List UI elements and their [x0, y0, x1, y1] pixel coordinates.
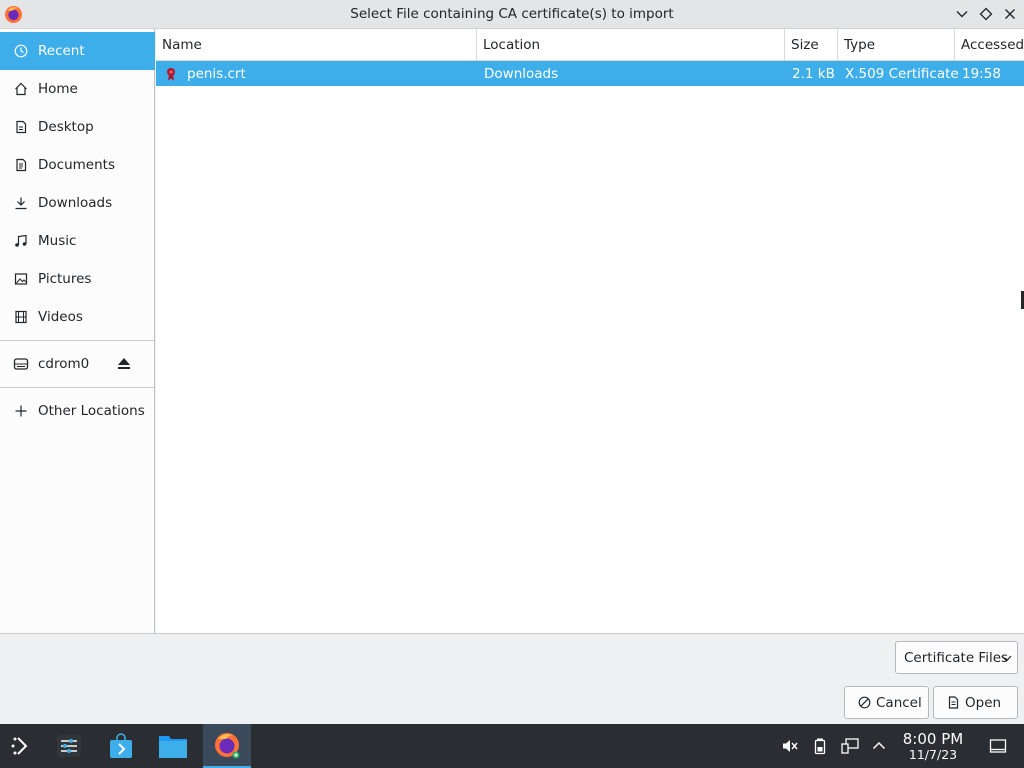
volume-muted-icon[interactable]: [780, 736, 800, 756]
file-type: X.509 Certificate: [845, 65, 959, 82]
sidebar-item-home[interactable]: Home: [0, 70, 155, 108]
sidebar-item-recent[interactable]: Recent: [0, 32, 155, 70]
sidebar-item-label: Music: [38, 233, 77, 249]
column-header-location[interactable]: Location: [477, 29, 785, 61]
expand-tray-icon[interactable]: [869, 736, 889, 756]
sidebar-divider: [0, 340, 155, 341]
sidebar-item-label: Other Locations: [38, 403, 145, 419]
close-button[interactable]: [1001, 5, 1019, 23]
minimize-button[interactable]: [953, 5, 971, 23]
diamond-icon: [979, 7, 993, 21]
system-settings-icon[interactable]: [47, 724, 91, 768]
clock-time: 8:00 PM: [902, 730, 964, 748]
file-location: Downloads: [484, 65, 559, 82]
sidebar-item-label: Desktop: [38, 119, 94, 135]
sidebar-item-label: Recent: [38, 43, 85, 59]
document-open-icon: [947, 696, 960, 709]
cancel-icon: [858, 696, 871, 709]
close-icon: [1005, 9, 1015, 19]
window-title: Select File containing CA certificate(s)…: [350, 6, 674, 22]
sidebar-divider: [0, 387, 155, 388]
column-header-size[interactable]: Size: [785, 29, 838, 61]
eject-icon[interactable]: [116, 356, 132, 372]
clock-date: 11/7/23: [908, 747, 958, 762]
file-manager-icon[interactable]: [151, 724, 195, 768]
sidebar-item-other-locations[interactable]: Other Locations: [0, 392, 155, 430]
chevron-down-icon: [956, 11, 968, 18]
document-icon: [13, 157, 29, 173]
plus-icon: [13, 403, 29, 419]
home-icon: [13, 81, 29, 97]
column-header-accessed[interactable]: Accessed: [955, 29, 1024, 61]
picture-icon: [13, 271, 29, 287]
music-icon: [13, 233, 29, 249]
column-header-type[interactable]: Type: [838, 29, 955, 61]
sidebar-item-label: cdrom0: [38, 356, 90, 372]
sidebar-item-label: Home: [38, 81, 78, 97]
file-size: 2.1 kB: [792, 65, 835, 82]
file-accessed: 19:58: [962, 65, 1001, 82]
title-bar: Select File containing CA certificate(s)…: [0, 0, 1024, 29]
battery-icon[interactable]: [810, 736, 830, 756]
sidebar-item-label: Downloads: [38, 195, 113, 211]
show-desktop-icon[interactable]: [988, 736, 1008, 756]
chevron-down-icon: [1001, 652, 1012, 668]
sidebar-item-label: Videos: [38, 309, 83, 325]
file-list: Name Location Size Type Accessed penis.c…: [156, 29, 1024, 633]
open-button[interactable]: Open: [933, 686, 1018, 719]
file-filter-value: Certificate Files: [904, 649, 1009, 666]
sidebar-item-videos[interactable]: Videos: [0, 298, 155, 336]
sidebar-item-label: Documents: [38, 157, 115, 173]
desktop-icon: [13, 119, 29, 135]
drive-icon: [13, 356, 29, 372]
network-icon[interactable]: [840, 736, 860, 756]
clock-icon: [13, 43, 29, 59]
download-icon: [13, 195, 29, 211]
sidebar-item-downloads[interactable]: Downloads: [0, 184, 155, 222]
file-row-selected[interactable]: penis.crt Downloads 2.1 kB X.509 Certifi…: [156, 61, 1024, 86]
sidebar-item-cdrom0[interactable]: cdrom0: [0, 345, 155, 383]
maximize-button[interactable]: [977, 5, 995, 23]
sidebar-item-pictures[interactable]: Pictures: [0, 260, 155, 298]
app-launcher-icon[interactable]: [0, 724, 44, 768]
file-filter-select[interactable]: Certificate Files: [895, 641, 1018, 674]
open-label: Open: [965, 694, 1002, 711]
discover-store-icon[interactable]: [99, 724, 143, 768]
video-icon: [13, 309, 29, 325]
taskbar: 8:00 PM 11/7/23: [0, 724, 1024, 768]
certificate-icon: [165, 61, 177, 86]
sidebar-item-label: Pictures: [38, 271, 92, 287]
cancel-button[interactable]: Cancel: [844, 686, 929, 719]
digital-clock[interactable]: 8:00 PM 11/7/23: [896, 731, 970, 762]
sidebar-item-desktop[interactable]: Desktop: [0, 108, 155, 146]
cancel-label: Cancel: [876, 694, 922, 711]
sidebar-item-documents[interactable]: Documents: [0, 146, 155, 184]
file-name: penis.crt: [187, 65, 246, 82]
column-header-name[interactable]: Name: [156, 29, 477, 61]
dialog-actions: Certificate Files Cancel Open: [0, 633, 1024, 724]
places-sidebar: Recent Home Desktop Documents Downloads …: [0, 29, 155, 633]
sidebar-item-music[interactable]: Music: [0, 222, 155, 260]
firefox-taskbar-icon[interactable]: [203, 724, 251, 768]
